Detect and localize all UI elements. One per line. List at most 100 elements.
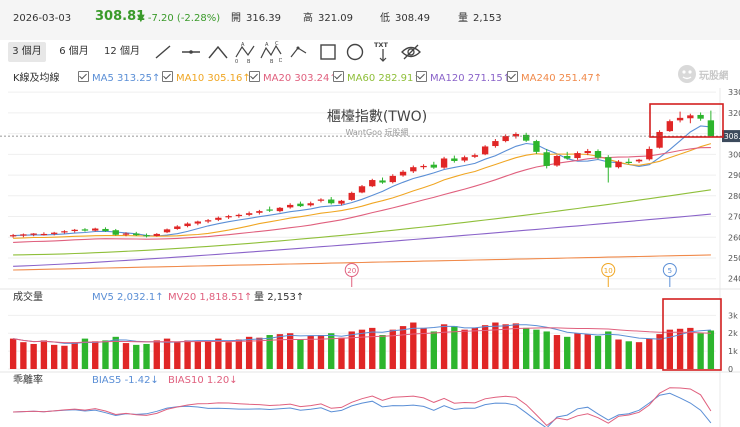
candle-body: [245, 213, 253, 215]
candle: [204, 219, 212, 224]
candle: [307, 201, 314, 207]
candle: [194, 220, 202, 226]
legend-mv5-value: 2,032.1↑: [117, 292, 164, 303]
volume-bar: [40, 340, 48, 369]
volume-bar: [50, 344, 58, 369]
volume-bar: [317, 335, 325, 369]
legend-ma120[interactable]: MA120 271.15↑: [416, 71, 511, 87]
legend-vol-label: 量: [254, 292, 264, 303]
price-tick-label: 260: [728, 233, 740, 242]
period-6-months[interactable]: 6 個月: [55, 42, 93, 62]
candle-body: [666, 121, 674, 132]
ma-line-ma60: [13, 189, 711, 256]
ma-line-ma120: [13, 213, 711, 267]
candle: [646, 146, 653, 161]
volume-bar: [245, 336, 253, 369]
volume-bar: [410, 322, 417, 369]
volume-bar: [502, 324, 509, 369]
event-markers: 20 10 5: [344, 263, 677, 287]
wantgoo-logo: 玩股網: [678, 65, 728, 83]
volume-bar: [30, 343, 37, 369]
candle: [410, 165, 417, 173]
legend-ma60[interactable]: MA60 282.91↑: [333, 71, 422, 87]
volume-bar: [707, 330, 715, 369]
legend-bias5-label: BIAS5: [92, 375, 122, 386]
candle: [328, 197, 335, 205]
checkbox[interactable]: [249, 71, 260, 82]
price-tick-label: 250: [728, 254, 740, 263]
candle: [153, 233, 160, 237]
candle: [625, 158, 632, 165]
candle: [707, 110, 715, 137]
text-tool-icon[interactable]: TXT: [372, 40, 394, 64]
volume-bar: [194, 341, 202, 369]
volume-bar: [584, 334, 591, 369]
ma-line-ma10: [13, 143, 712, 239]
period-3-months[interactable]: 3 個月: [8, 42, 46, 62]
candle: [174, 225, 181, 230]
circle-icon[interactable]: [344, 40, 366, 64]
candle: [697, 112, 704, 121]
channel-tool-icon[interactable]: [288, 40, 310, 64]
legend-ma10[interactable]: MA10 305.16↑: [162, 71, 251, 87]
trend-line-icon[interactable]: [152, 40, 174, 64]
candle: [317, 198, 325, 203]
volume-legend: 成交量 MV5 2,032.1↑ MV20 1,818.51↑ 量 2,153↑: [0, 290, 740, 306]
checkbox[interactable]: [507, 71, 518, 82]
volume-bar: [102, 340, 109, 369]
watermark-subtitle: WantGoo 玩股網: [345, 127, 408, 137]
candle: [256, 209, 263, 215]
candle-body: [553, 155, 561, 166]
candle: [50, 231, 58, 236]
axes: 24025026027028029030032033001k2k3k: [728, 88, 740, 374]
candle: [399, 170, 407, 177]
candle-body: [9, 235, 17, 237]
legend-mv20: MV20 1,818.51↑: [168, 290, 252, 306]
candle-body: [707, 120, 715, 137]
volume-bar: [163, 338, 171, 369]
quote-bar: 2026-03-03 308.81 ▼ -7.20 (-2.28%) 開 316…: [0, 0, 740, 40]
volume-bar: [235, 339, 243, 369]
rectangle-icon[interactable]: [317, 40, 339, 64]
legend-ma5[interactable]: MA5 313.25↑: [78, 71, 160, 87]
candle-body: [20, 234, 27, 236]
candle: [81, 228, 89, 232]
candle: [112, 228, 119, 236]
candle-body: [481, 146, 489, 155]
watermark-title: 櫃檯指數(TWO): [327, 109, 427, 125]
eye-off-icon[interactable]: [400, 40, 422, 64]
abc-pattern-icon[interactable]: A 0 B: [234, 40, 256, 64]
candle: [163, 228, 171, 234]
checkbox[interactable]: [333, 71, 344, 82]
checkbox[interactable]: [416, 71, 427, 82]
legend-mv5: MV5 2,032.1↑: [92, 290, 164, 306]
volume-bar: [256, 337, 263, 369]
volume-bar: [348, 331, 355, 369]
candle-body: [92, 228, 99, 231]
checkbox[interactable]: [78, 71, 89, 82]
candle-body: [235, 214, 243, 217]
candle: [30, 233, 37, 237]
horizontal-line-icon[interactable]: [180, 40, 202, 64]
volume-legend-title: 成交量: [13, 292, 43, 303]
candle-body: [102, 228, 109, 232]
legend-ma240[interactable]: MA240 251.47↑: [507, 71, 602, 87]
abcd-pattern-icon[interactable]: A C B D: [260, 40, 282, 64]
volume-bar: [676, 328, 684, 369]
legend-ma20[interactable]: MA20 303.24↑: [249, 71, 338, 87]
candle-body: [174, 226, 181, 229]
candle-body: [225, 216, 232, 218]
candle-body: [543, 152, 550, 166]
candle: [553, 154, 561, 167]
zigzag-icon[interactable]: [207, 40, 229, 64]
candle-body: [307, 203, 314, 206]
checkbox[interactable]: [162, 71, 173, 82]
period-12-months[interactable]: 12 個月: [101, 42, 143, 62]
event-marker-label: 20: [347, 267, 356, 275]
candle: [656, 130, 663, 149]
candle: [133, 231, 140, 237]
candle-body: [389, 175, 396, 183]
legend-mv20-value: 1,818.51↑: [199, 292, 253, 303]
volume-bar: [430, 331, 438, 369]
bias10-line: [13, 387, 712, 427]
